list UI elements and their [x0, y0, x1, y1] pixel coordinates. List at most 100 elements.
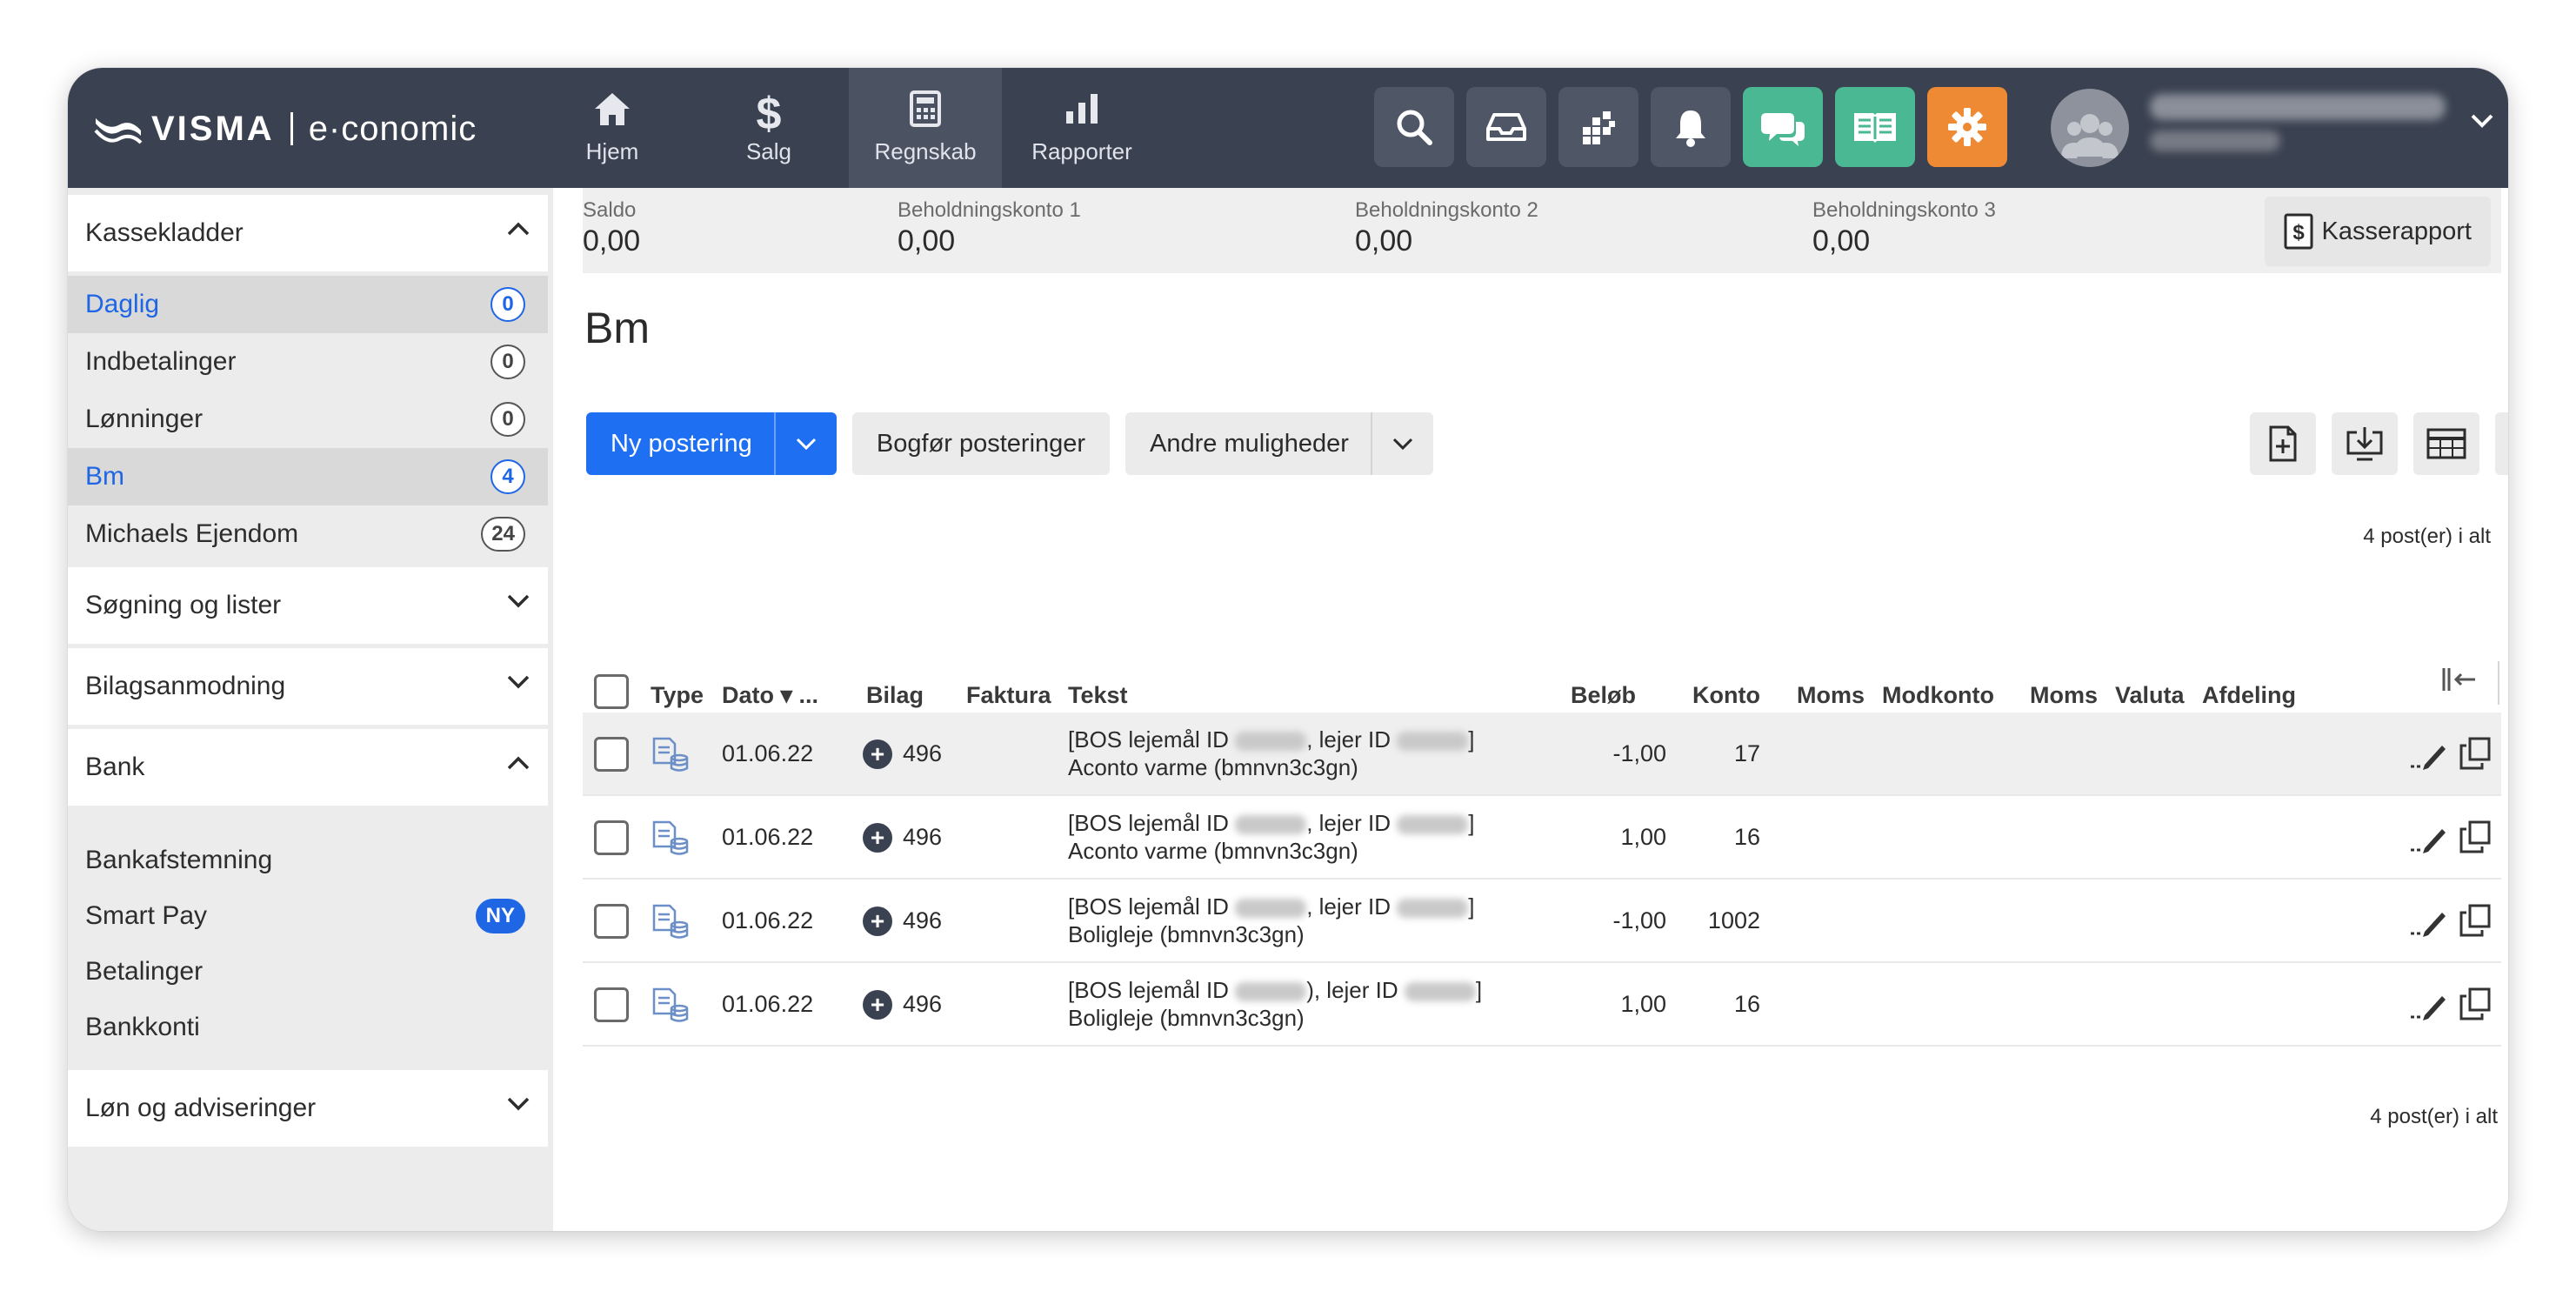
column-header-dato[interactable]: Dato ▾ ... [722, 682, 818, 709]
add-attachment-icon[interactable]: + [863, 990, 892, 1020]
row-konto: 1002 [1707, 907, 1760, 933]
page-title: Bm [584, 304, 650, 352]
column-header-modkonto[interactable]: Modkonto [1882, 682, 1994, 709]
row-bilag[interactable]: 496 [903, 740, 942, 767]
andre-muligheder-button[interactable]: Andre muligheder [1125, 412, 1433, 475]
nav-tab-regnskab[interactable]: Regnskab [849, 68, 1002, 188]
column-header-afdeling[interactable]: Afdeling [2202, 682, 2296, 709]
settings-button[interactable] [1927, 87, 2007, 167]
sidebar-item-bankkonti[interactable]: Bankkonti [68, 999, 548, 1056]
tekst-part: [BOS lejemål ID [1068, 810, 1229, 836]
edit-icon[interactable] [2409, 906, 2447, 937]
redacted-id [1235, 815, 1307, 835]
print-button[interactable] [2495, 412, 2508, 475]
row-dato: 01.06.22 [722, 824, 814, 850]
nav-tab-hjem[interactable]: Hjem [536, 68, 689, 188]
column-header-moms[interactable]: Moms [1797, 682, 1865, 709]
add-attachment-icon[interactable]: + [863, 823, 892, 853]
row-bilag[interactable]: 496 [903, 824, 942, 851]
top-navigation-bar: VISMA e·conomic Hjem $ Salg Regnskab Rap… [68, 68, 2508, 188]
copy-icon[interactable] [2459, 904, 2491, 937]
ny-postering-dropdown-toggle[interactable] [776, 437, 837, 451]
table-row[interactable]: 01.06.22 + 496 [BOS lejemål ID , lejer I… [583, 713, 2501, 796]
section-kassekladder-header[interactable]: Kassekladder [68, 195, 548, 271]
column-header-beloeb[interactable]: Beløb [1571, 682, 1636, 709]
section-loen-header[interactable]: Løn og adviseringer [68, 1070, 548, 1147]
table-row[interactable]: 01.06.22 + 496 [BOS lejemål ID , lejer I… [583, 796, 2501, 880]
balance-summary-bar: Saldo 0,00 Beholdningskonto 1 0,00 Behol… [583, 188, 2501, 273]
row-beloeb: 1,00 [1620, 991, 1666, 1017]
section-title: Kassekladder [85, 218, 244, 247]
visma-economic-logo[interactable]: VISMA e·conomic [92, 103, 477, 155]
user-company-name-redacted[interactable] [2150, 94, 2446, 120]
row-bilag[interactable]: 496 [903, 907, 942, 934]
row-checkbox[interactable] [594, 987, 629, 1022]
collapse-columns-icon[interactable] [2440, 665, 2479, 694]
section-bilagsanmodning-header[interactable]: Bilagsanmodning [68, 648, 548, 725]
bogfoer-posteringer-button[interactable]: Bogfør posteringer [852, 412, 1110, 475]
nav-tab-rapporter[interactable]: Rapporter [1005, 68, 1158, 188]
sidebar-item-betalinger[interactable]: Betalinger [68, 943, 548, 1000]
column-header-moms-2[interactable]: Moms [2030, 682, 2098, 709]
chat-button[interactable] [1743, 87, 1823, 167]
row-bilag[interactable]: 496 [903, 991, 942, 1018]
search-button[interactable] [1374, 87, 1454, 167]
edit-icon[interactable] [2409, 989, 2447, 1020]
edit-icon[interactable] [2409, 739, 2447, 770]
copy-icon[interactable] [2459, 737, 2491, 770]
column-header-konto[interactable]: Konto [1692, 682, 1760, 709]
section-soegning-header[interactable]: Søgning og lister [68, 567, 548, 644]
count-badge: 24 [481, 517, 525, 552]
sidebar-item-label: Bm [85, 462, 124, 491]
sidebar-item-loenninger[interactable]: Lønninger 0 [68, 391, 548, 448]
apps-button[interactable] [1558, 87, 1638, 167]
sidebar-item-michaels-ejendom[interactable]: Michaels Ejendom 24 [68, 505, 548, 563]
sidebar-item-daglig[interactable]: Daglig 0 [68, 276, 548, 333]
andre-muligheder-dropdown-toggle[interactable] [1372, 437, 1433, 451]
logo-divider [290, 112, 293, 145]
table-row[interactable]: 01.06.22 + 496 [BOS lejemål ID , lejer I… [583, 880, 2501, 963]
nav-tab-salg[interactable]: $ Salg [692, 68, 845, 188]
column-header-type[interactable]: Type [651, 682, 704, 709]
redacted-id [1235, 732, 1307, 752]
notifications-button[interactable] [1651, 87, 1731, 167]
row-tekst-line1: [BOS lejemål ID ), lejer ID ] [1068, 977, 1482, 1004]
row-beloeb: -1,00 [1612, 740, 1666, 766]
column-header-tekst[interactable]: Tekst [1068, 682, 1128, 709]
column-header-bilag[interactable]: Bilag [866, 682, 924, 709]
user-avatar[interactable] [2051, 89, 2129, 167]
select-all-checkbox[interactable] [594, 674, 629, 709]
row-checkbox[interactable] [594, 904, 629, 939]
chevron-down-icon[interactable] [2470, 113, 2494, 129]
import-file-button[interactable] [2250, 412, 2316, 475]
sidebar-item-indbetalinger[interactable]: Indbetalinger 0 [68, 333, 548, 391]
beholdningskonto-2-field: Beholdningskonto 2 0,00 [1355, 198, 1538, 258]
row-tekst-line2: Boligleje (bmnvn3c3gn) [1068, 921, 1305, 947]
row-checkbox[interactable] [594, 737, 629, 772]
column-header-valuta[interactable]: Valuta [2115, 682, 2185, 709]
download-button[interactable] [2332, 412, 2398, 475]
andre-muligheder-label: Andre muligheder [1150, 429, 1349, 458]
add-attachment-icon[interactable]: + [863, 739, 892, 769]
ny-postering-button[interactable]: Ny postering [586, 412, 837, 475]
sidebar-item-bankafstemning[interactable]: Bankafstemning [68, 832, 548, 889]
add-attachment-icon[interactable]: + [863, 907, 892, 936]
copy-icon[interactable] [2459, 987, 2491, 1020]
inbox-button[interactable] [1466, 87, 1546, 167]
column-header-faktura[interactable]: Faktura [966, 682, 1051, 709]
sidebar-item-bm[interactable]: Bm 4 [68, 448, 548, 505]
row-checkbox[interactable] [594, 820, 629, 855]
section-bank-header[interactable]: Bank [68, 729, 548, 806]
help-book-button[interactable] [1835, 87, 1915, 167]
table-row[interactable]: 01.06.22 + 496 [BOS lejemål ID ), lejer … [583, 963, 2501, 1047]
copy-icon[interactable] [2459, 820, 2491, 853]
row-beloeb: 1,00 [1620, 824, 1666, 850]
calculator-icon [910, 90, 941, 127]
sidebar-item-label: Michaels Ejendom [85, 519, 299, 548]
bogfoer-posteringer-label: Bogfør posteringer [876, 429, 1086, 458]
sidebar-item-smart-pay[interactable]: Smart Pay NY [68, 887, 548, 945]
edit-icon[interactable] [2409, 822, 2447, 853]
kasserapport-button[interactable]: $ Kasserapport [2264, 197, 2491, 266]
table-view-button[interactable] [2413, 412, 2479, 475]
beholdningskonto-3-label: Beholdningskonto 3 [1812, 198, 1996, 222]
